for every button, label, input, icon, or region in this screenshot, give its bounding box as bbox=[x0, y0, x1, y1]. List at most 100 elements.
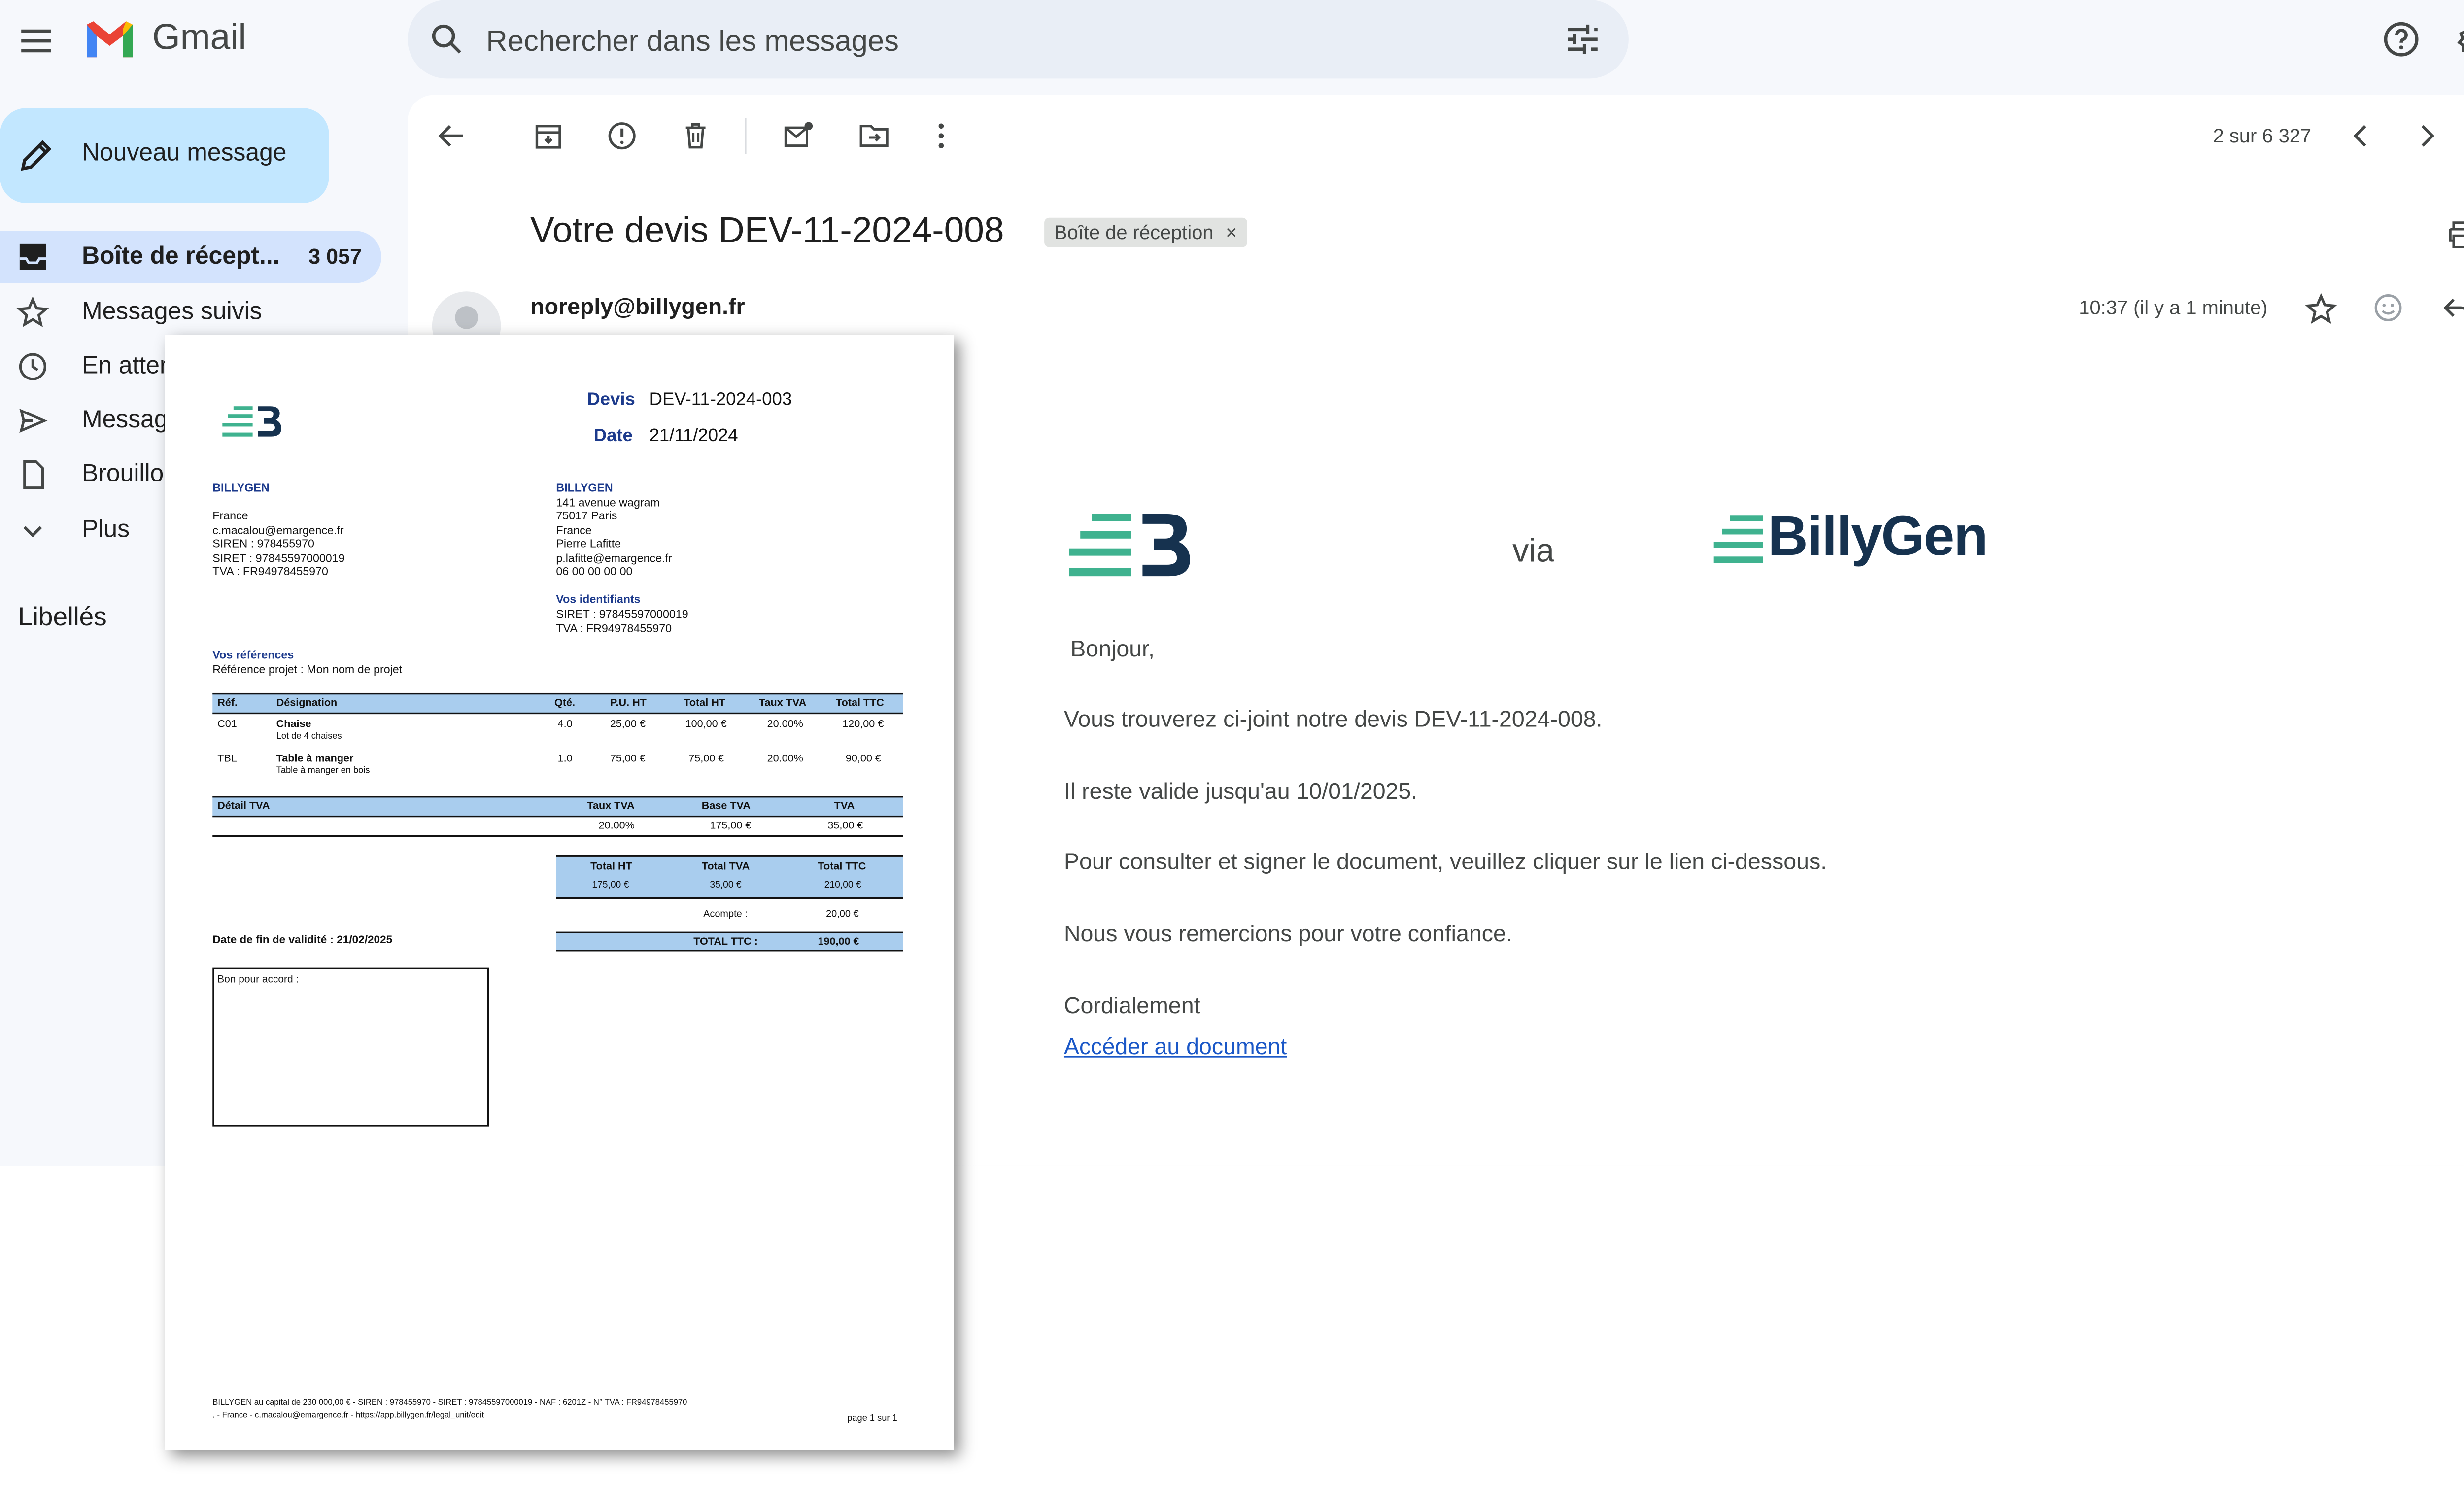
reply-icon[interactable] bbox=[2440, 291, 2464, 324]
grand-total-label: TOTAL TTC : bbox=[693, 935, 758, 948]
remove-label-icon[interactable]: × bbox=[1226, 221, 1237, 244]
top-bar: Gmail bbox=[0, 0, 2464, 95]
archive-icon[interactable] bbox=[532, 119, 564, 152]
print-icon[interactable] bbox=[2445, 218, 2464, 250]
menu-icon[interactable] bbox=[16, 21, 56, 61]
draft-icon bbox=[23, 460, 44, 489]
sidebar-item-starred[interactable]: Messages suivis bbox=[0, 286, 381, 339]
cell-ttc: 90,00 € bbox=[845, 753, 881, 765]
client-line: France bbox=[556, 525, 592, 537]
cell-desc: Lot de 4 chaises bbox=[276, 732, 342, 742]
help-icon[interactable] bbox=[2382, 20, 2421, 59]
compose-button[interactable]: Nouveau message bbox=[0, 108, 329, 203]
column-header: Taux TVA bbox=[758, 697, 807, 709]
column-header: Total TVA bbox=[701, 861, 750, 873]
sidebar-item-label: Messages suivis bbox=[82, 298, 262, 326]
tva-base: 175,00 € bbox=[710, 820, 752, 832]
email-line: Nous vous remercions pour votre confianc… bbox=[1063, 920, 1512, 946]
cell-total-ht: 100,00 € bbox=[685, 719, 727, 731]
search-options-icon[interactable] bbox=[1563, 20, 1603, 59]
client-line: 06 00 00 00 00 bbox=[556, 567, 633, 579]
column-header: Total HT bbox=[590, 861, 632, 873]
cell-pu: 25,00 € bbox=[610, 719, 646, 731]
move-to-icon[interactable] bbox=[857, 119, 890, 152]
trash-icon[interactable] bbox=[679, 119, 712, 152]
inbox-icon bbox=[19, 243, 46, 271]
chevron-right-icon[interactable] bbox=[2411, 119, 2444, 152]
cell-ttc: 120,00 € bbox=[842, 719, 884, 731]
column-header: TVA bbox=[834, 800, 855, 812]
validity-date: Date de fin de validité : 21/02/2025 bbox=[212, 935, 393, 947]
total-ttc-value: 210,00 € bbox=[824, 881, 861, 891]
table-rule bbox=[212, 835, 903, 837]
star-icon bbox=[16, 296, 49, 327]
column-header: Détail TVA bbox=[217, 800, 270, 812]
report-spam-icon[interactable] bbox=[606, 119, 638, 152]
chevron-left-icon[interactable] bbox=[2344, 119, 2376, 152]
issuer-line: SIRET : 97845597000019 bbox=[212, 553, 345, 565]
issuer-line: France bbox=[212, 511, 248, 523]
search-input[interactable] bbox=[482, 0, 1472, 82]
acompte-value: 20,00 € bbox=[826, 910, 859, 921]
sender-address: noreply@billygen.fr bbox=[530, 293, 745, 319]
sidebar-item-label: Plus bbox=[82, 515, 130, 544]
pencil-icon bbox=[21, 140, 52, 171]
document-logo bbox=[222, 406, 281, 437]
search-bar[interactable] bbox=[408, 0, 1629, 82]
column-header: Total HT bbox=[684, 697, 725, 709]
client-name: BILLYGEN bbox=[556, 483, 613, 495]
settings-icon[interactable] bbox=[2455, 20, 2464, 59]
references-line: Référence projet : Mon nom de projet bbox=[212, 665, 403, 677]
inbox-chip-label: Boîte de réception bbox=[1054, 221, 1214, 244]
unread-count: 3 057 bbox=[308, 243, 362, 269]
cell-taux: 20.00% bbox=[767, 753, 803, 765]
tva-amount: 35,00 € bbox=[827, 820, 863, 832]
legal-footer-line: BILLYGEN au capital de 230 000,00 € - SI… bbox=[212, 1398, 687, 1408]
column-header: P.U. HT bbox=[610, 697, 647, 709]
back-arrow-icon[interactable] bbox=[436, 119, 468, 152]
emoji-reaction-icon[interactable] bbox=[2372, 291, 2404, 324]
column-header: Base TVA bbox=[701, 800, 751, 812]
brand-name: BillyGen bbox=[1768, 506, 1988, 568]
sidebar-item-inbox[interactable]: Boîte de récept... 3 057 bbox=[0, 231, 381, 283]
document-link[interactable]: Accéder au document bbox=[1064, 1033, 1287, 1059]
issuer-name: BILLYGEN bbox=[212, 483, 270, 495]
identifiant-line: TVA : FR94978455970 bbox=[556, 623, 672, 635]
app-name: Gmail bbox=[152, 16, 246, 58]
email-line: Pour consulter et signer le document, ve… bbox=[1063, 848, 1827, 874]
via-text: via bbox=[1512, 533, 1555, 570]
acompte-label: Acompte : bbox=[703, 910, 748, 921]
message-subject: Votre devis DEV-11-2024-008 bbox=[530, 209, 1004, 251]
quote-document-preview: Devis DEV-11-2024-003 Date 21/11/2024 BI… bbox=[165, 335, 954, 1450]
more-vert-icon[interactable] bbox=[925, 119, 958, 152]
sidebar-item-label: Messag bbox=[82, 406, 168, 434]
issuer-line: c.macalou@emargence.fr bbox=[212, 525, 344, 537]
devis-label: Devis bbox=[587, 390, 635, 410]
email-line: Vous trouverez ci-joint notre devis DEV-… bbox=[1063, 705, 1603, 732]
grand-total-value: 190,00 € bbox=[818, 935, 859, 948]
inbox-label-chip[interactable]: Boîte de réception × bbox=[1044, 217, 1247, 247]
message-time: 10:37 (il y a 1 minute) bbox=[2079, 296, 2268, 319]
client-line: 141 avenue wagram bbox=[556, 497, 660, 509]
email-greeting: Bonjour, bbox=[1070, 635, 1155, 661]
billygen-emblem-logo bbox=[1068, 514, 1190, 577]
identifiant-line: SIRET : 97845597000019 bbox=[556, 609, 688, 621]
search-icon[interactable] bbox=[427, 20, 467, 59]
sidebar-item-label: Boîte de récept... bbox=[82, 242, 280, 271]
star-icon[interactable] bbox=[2304, 293, 2337, 326]
send-icon bbox=[19, 409, 48, 433]
identifiants-details: SIRET : 97845597000019 TVA : FR949784559… bbox=[556, 610, 688, 637]
sidebar-item-label: Brouillo bbox=[82, 460, 164, 488]
totals-box: Total HT Total TVA Total TTC 175,00 € 35… bbox=[556, 855, 903, 899]
cell-total-ht: 75,00 € bbox=[688, 753, 724, 765]
client-line: p.lafitte@emargence.fr bbox=[556, 553, 672, 565]
column-header: Désignation bbox=[276, 697, 338, 709]
column-header: Qté. bbox=[554, 697, 576, 709]
mark-unread-icon[interactable] bbox=[783, 119, 815, 152]
column-header: Total TTC bbox=[835, 697, 884, 709]
clock-icon bbox=[19, 353, 46, 380]
email-closing: Cordialement bbox=[1063, 992, 1200, 1018]
gmail-logo-icon[interactable] bbox=[83, 18, 136, 61]
billygen-brand-mark bbox=[1713, 515, 1763, 563]
total-ht-value: 175,00 € bbox=[592, 881, 629, 891]
